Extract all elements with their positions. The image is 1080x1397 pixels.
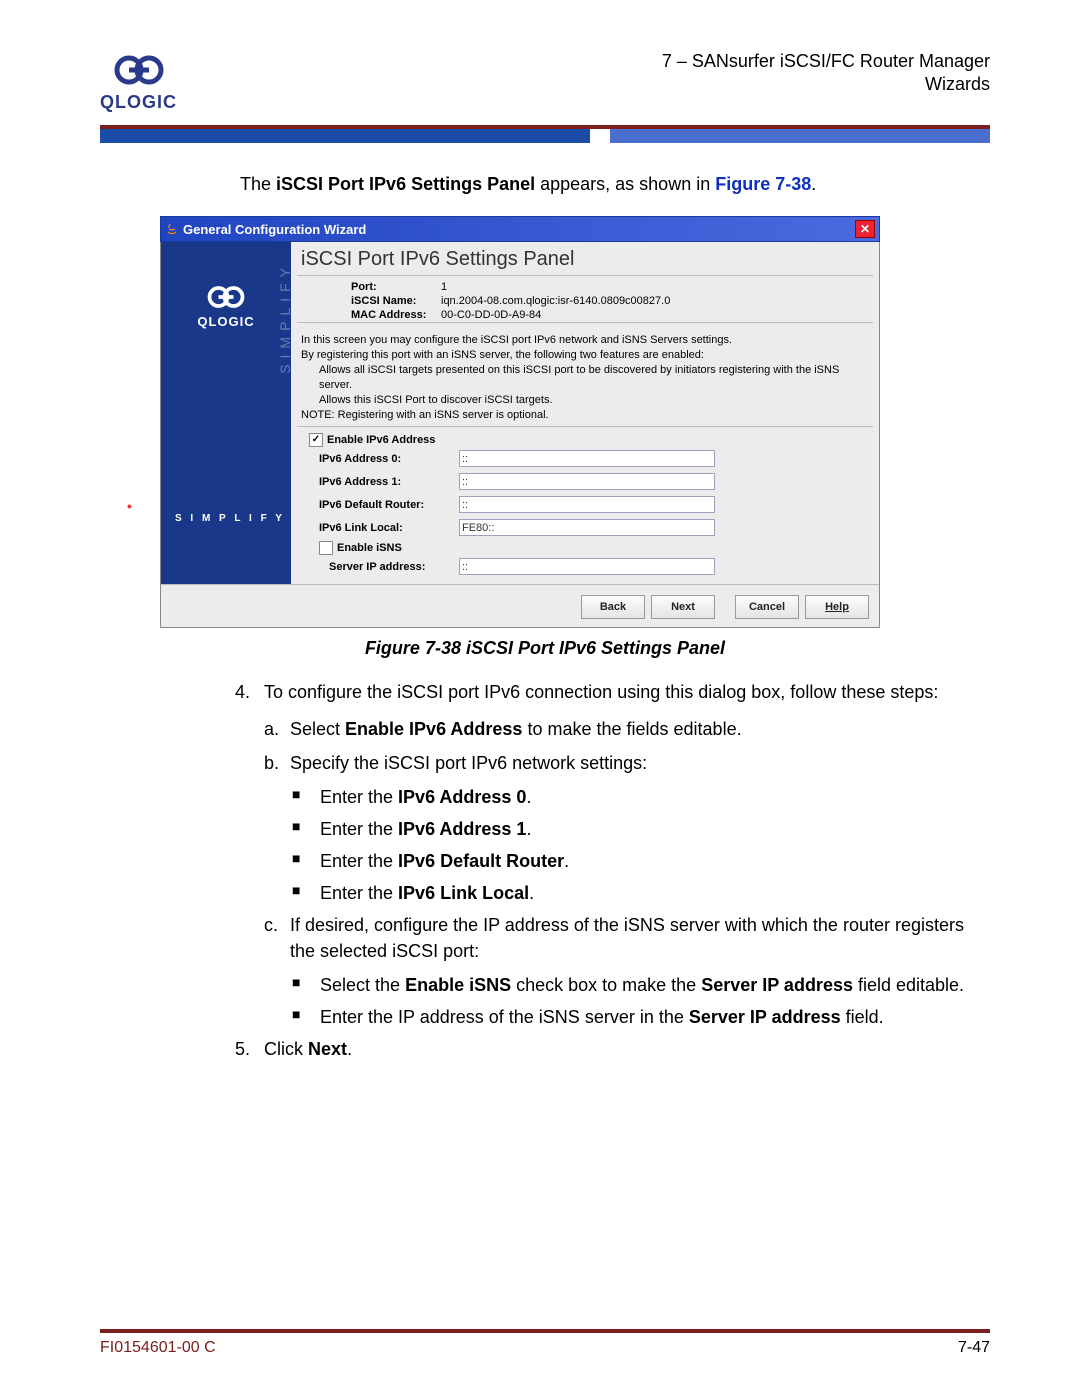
ipv6-addr0-input[interactable]: :: (459, 450, 715, 467)
enable-isns-checkbox[interactable] (319, 541, 333, 555)
ipv6-router-label: IPv6 Default Router: (319, 499, 449, 511)
mac-label: MAC Address: (351, 309, 441, 321)
step-5: Click Next. (264, 1036, 352, 1062)
cancel-button[interactable]: Cancel (735, 595, 799, 619)
bullet-router: Enter the IPv6 Default Router. (320, 848, 569, 874)
panel-title: iSCSI Port IPv6 Settings Panel (291, 242, 879, 275)
page-footer: FI0154601-00 C 7-47 (100, 1329, 990, 1357)
dialog-titlebar: General Configuration Wizard ✕ (160, 216, 880, 242)
ipv6-link-label: IPv6 Link Local: (319, 522, 449, 534)
header-tabs (100, 129, 990, 143)
sidebar-vertical-text: SIMPLIFY (277, 262, 293, 374)
dialog-screenshot: General Configuration Wizard ✕ SIMPLIFY … (160, 216, 880, 628)
header-line1: 7 – SANsurfer iSCSI/FC Router Manager (662, 50, 990, 73)
help-button[interactable]: Help (805, 595, 869, 619)
iscsi-name-label: iSCSI Name: (351, 295, 441, 307)
enable-isns-label: Enable iSNS (337, 542, 402, 554)
page-number: 7-47 (958, 1339, 990, 1357)
page-header-right: 7 – SANsurfer iSCSI/FC Router Manager Wi… (662, 50, 990, 97)
sidebar-tagline: •S I M P L I F Y (161, 508, 291, 524)
step-4b: Specify the iSCSI port IPv6 network sett… (290, 750, 647, 776)
port-label: Port: (351, 281, 441, 293)
description-text: In this screen you may configure the iSC… (291, 327, 879, 426)
mac-value: 00-C0-DD-0D-A9-84 (441, 309, 541, 321)
back-button[interactable]: Back (581, 595, 645, 619)
intro-text: The iSCSI Port IPv6 Settings Panel appea… (240, 173, 980, 196)
bullet-isns-ip: Enter the IP address of the iSNS server … (320, 1004, 884, 1030)
enable-ipv6-label: Enable IPv6 Address (327, 434, 435, 446)
logo-text: QLOGIC (100, 92, 177, 113)
qlogic-logo: QLOGIC (100, 50, 177, 113)
bullet-link: Enter the IPv6 Link Local. (320, 880, 534, 906)
server-ip-input[interactable]: :: (459, 558, 715, 575)
sidebar-brand: QLOGIC (161, 314, 291, 329)
java-icon (165, 222, 179, 236)
ipv6-router-input[interactable]: :: (459, 496, 715, 513)
doc-number: FI0154601-00 C (100, 1339, 216, 1357)
dialog-title: General Configuration Wizard (183, 222, 366, 237)
dialog-sidebar: SIMPLIFY QLOGIC •S I M P L I F Y (161, 242, 291, 584)
close-icon[interactable]: ✕ (855, 220, 875, 238)
ipv6-link-input[interactable]: FE80:: (459, 519, 715, 536)
figure-link[interactable]: Figure 7-38 (715, 174, 811, 194)
bullet-addr1: Enter the IPv6 Address 1. (320, 816, 531, 842)
iscsi-name-value: iqn.2004-08.com.qlogic:isr-6140.0809c008… (441, 295, 670, 307)
bullet-isns-enable: Select the Enable iSNS check box to make… (320, 972, 964, 998)
dialog-button-bar: Back Next Cancel Help (161, 584, 879, 627)
ipv6-addr1-label: IPv6 Address 1: (319, 476, 449, 488)
next-button[interactable]: Next (651, 595, 715, 619)
step-4: To configure the iSCSI port IPv6 connect… (264, 679, 938, 705)
header-line2: Wizards (662, 73, 990, 96)
step-4a: Select Enable IPv6 Address to make the f… (290, 716, 742, 742)
ipv6-addr1-input[interactable]: :: (459, 473, 715, 490)
server-ip-label: Server IP address: (329, 561, 449, 573)
enable-ipv6-checkbox[interactable] (309, 433, 323, 447)
ipv6-addr0-label: IPv6 Address 0: (319, 453, 449, 465)
step-4c: If desired, configure the IP address of … (290, 912, 980, 964)
figure-caption: Figure 7-38 iSCSI Port IPv6 Settings Pan… (100, 638, 990, 659)
port-value: 1 (441, 281, 447, 293)
bullet-addr0: Enter the IPv6 Address 0. (320, 784, 531, 810)
